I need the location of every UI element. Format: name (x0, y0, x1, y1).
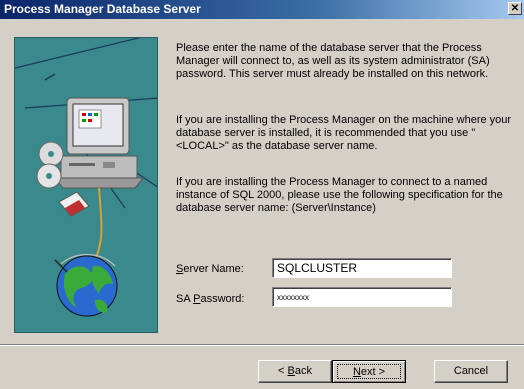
pass-label-rest: assword: (200, 293, 245, 305)
pass-label-prefix: SA (176, 293, 194, 305)
button-separator (0, 344, 524, 346)
sa-password-input[interactable]: xxxxxxxx (272, 287, 452, 307)
back-label-accel: B (287, 365, 295, 377)
close-icon[interactable]: ✕ (508, 2, 522, 15)
server-name-input[interactable]: SQLCLUSTER (272, 258, 452, 278)
window-title: Process Manager Database Server (4, 2, 201, 16)
next-focus-rect: Next > (337, 364, 401, 379)
next-button[interactable]: Next > (332, 360, 406, 383)
server-name-label: Server Name: (176, 263, 244, 275)
server-label-rest: erver Name: (183, 263, 244, 275)
next-label-accel: N (352, 366, 361, 378)
back-label-rest: ack (294, 365, 312, 377)
setup-illustration (14, 37, 158, 333)
instruction-paragraph-1: Please enter the name of the database se… (176, 42, 490, 80)
back-label-prefix: < (278, 365, 288, 377)
sa-password-label: SA Password: (176, 293, 245, 305)
dialog-window: Process Manager Database Server ✕ Please… (0, 0, 524, 389)
title-bar[interactable]: Process Manager Database Server ✕ (0, 0, 524, 19)
next-label-rest: ext > (360, 366, 386, 378)
cancel-button[interactable]: Cancel (434, 360, 508, 383)
back-button[interactable]: < Back (258, 360, 332, 383)
computer-network-globe-icon (15, 38, 157, 317)
instruction-paragraph-3: If you are installing the Process Manage… (176, 176, 503, 214)
instruction-paragraph-2: If you are installing the Process Manage… (176, 114, 512, 152)
